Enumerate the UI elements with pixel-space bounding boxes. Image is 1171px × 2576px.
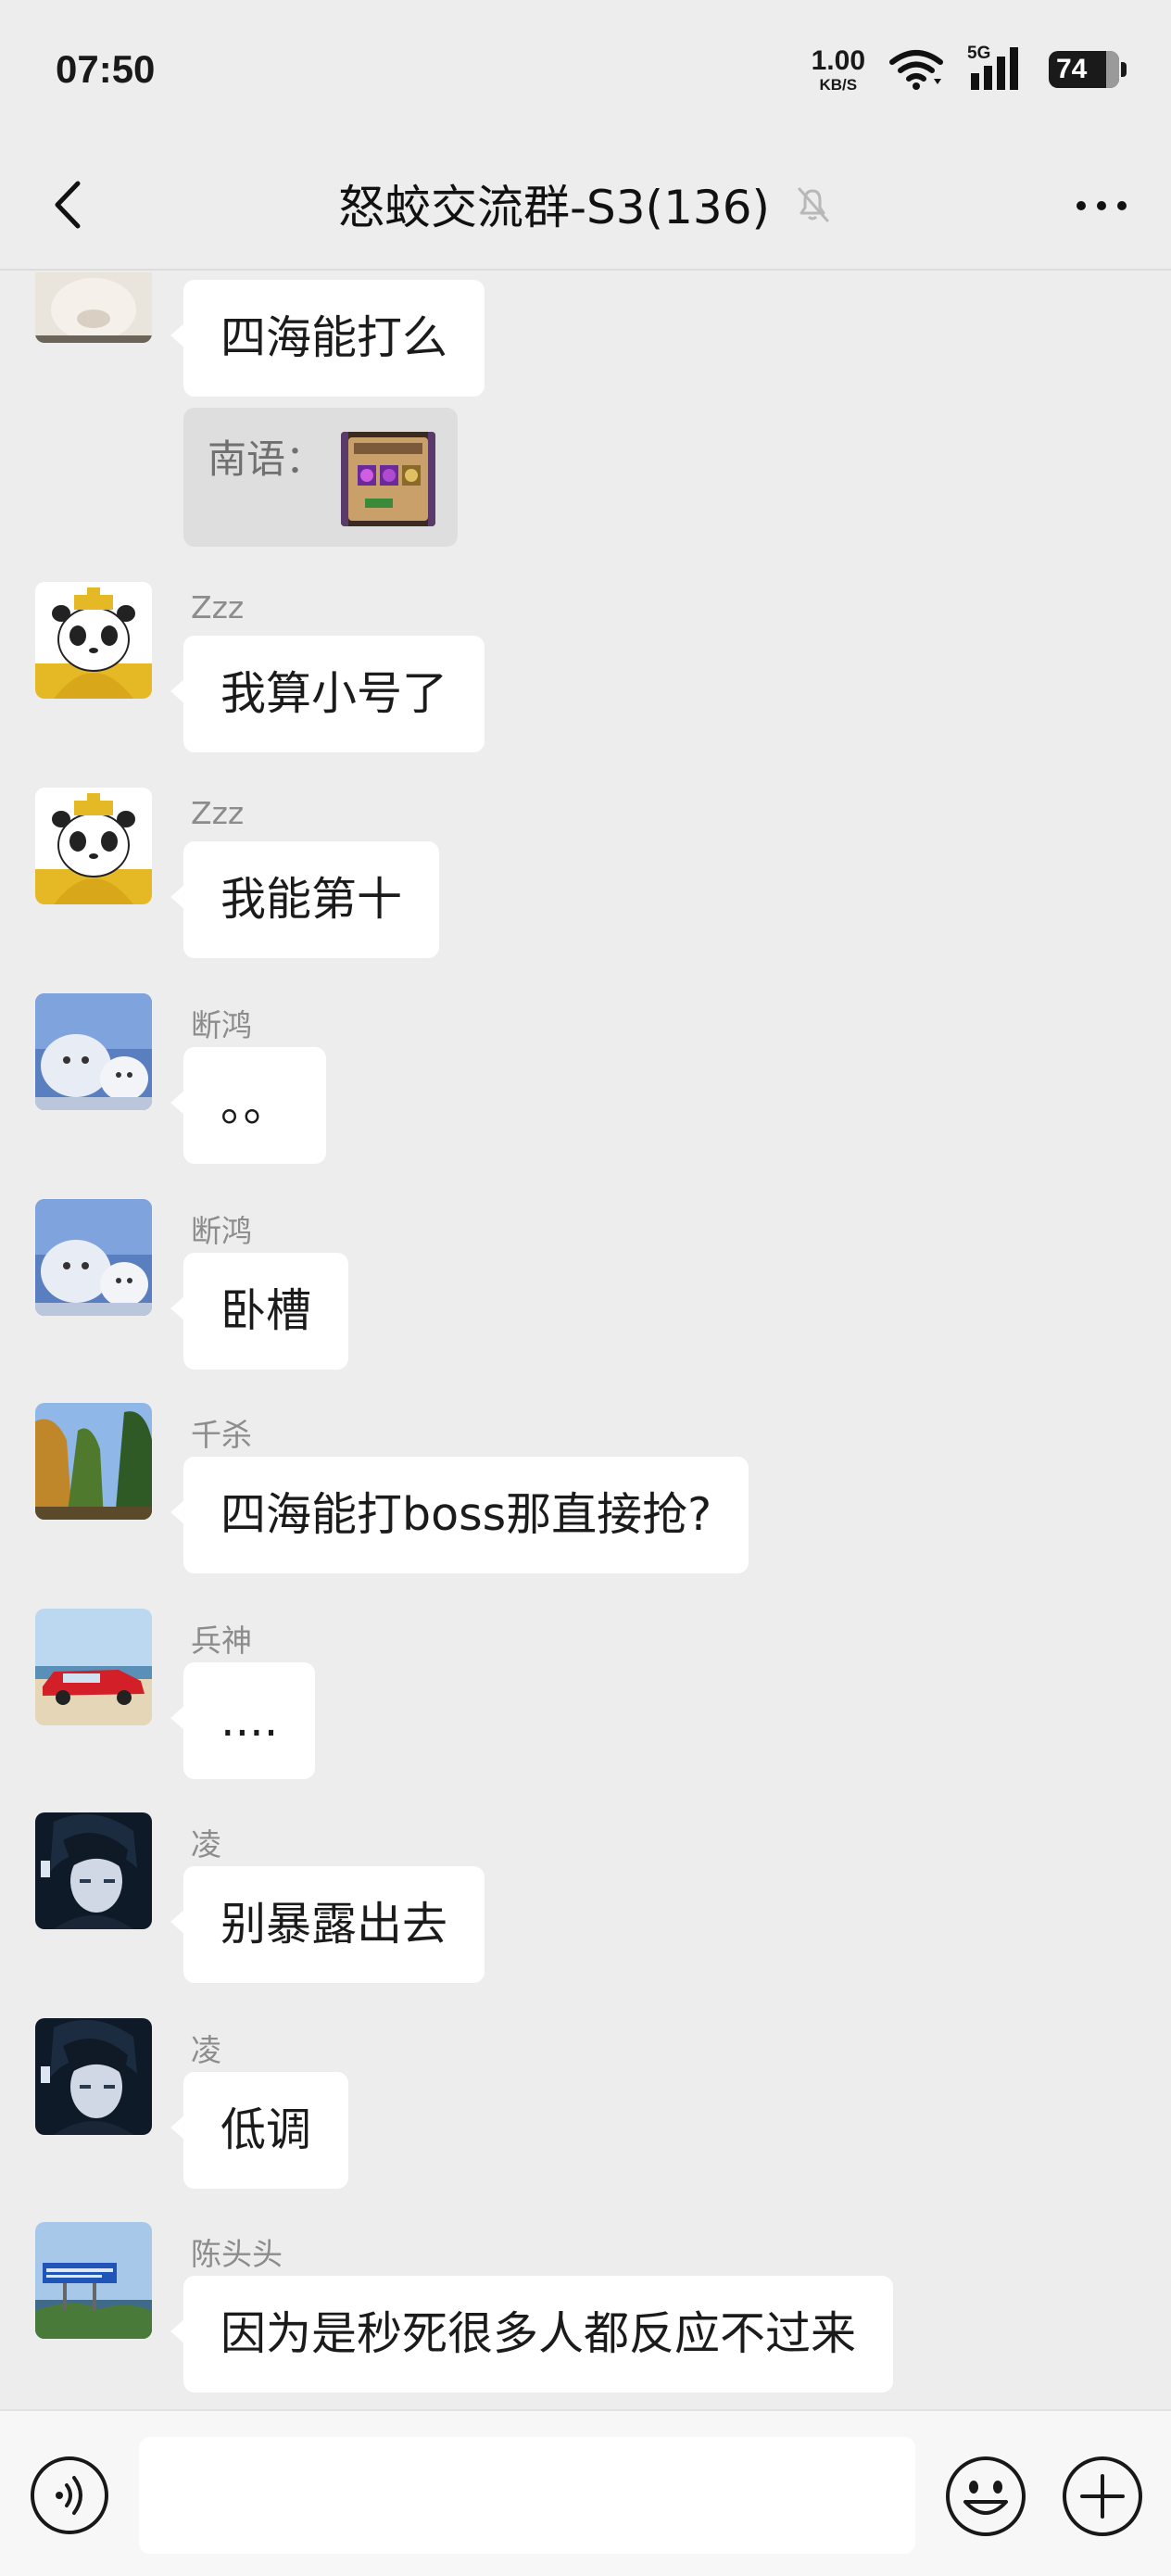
status-time: 07:50 [56, 47, 156, 91]
status-icons: 1.00 KB/S 5G 74 [811, 44, 1127, 94]
network-speed: 1.00 KB/S [811, 44, 865, 94]
emoji-icon[interactable] [943, 2454, 1028, 2539]
sender-avatar[interactable] [35, 1812, 152, 1929]
quoted-reply[interactable]: 南语： [183, 408, 458, 547]
chat-title[interactable]: 怒蛟交流群-S3(136) [338, 170, 770, 237]
more-options-icon[interactable] [1069, 180, 1134, 232]
sender-avatar[interactable] [35, 1403, 152, 1520]
network-speed-value: 1.00 [811, 44, 865, 76]
sender-avatar[interactable] [35, 1199, 152, 1316]
sender-avatar[interactable] [35, 582, 152, 699]
sender-avatar[interactable] [35, 2018, 152, 2135]
sender-name: 陈头头 [191, 2236, 283, 2272]
message-bubble[interactable]: 低调 [170, 2072, 349, 2189]
message-bubble[interactable]: 因为是秒死很多人都反应不过来 [170, 2276, 894, 2393]
quoted-image-thumbnail[interactable] [341, 432, 435, 526]
quote-sender-label: 南语： [208, 436, 325, 482]
message-bubble[interactable]: 四海能打boss那直接抢? [170, 1457, 749, 1573]
sender-avatar[interactable] [35, 788, 152, 904]
battery-indicator: 74 [1049, 51, 1127, 88]
message-bubble[interactable]: 四海能打么 [170, 280, 485, 397]
sender-name: 凌 [191, 2032, 221, 2068]
back-icon[interactable] [41, 174, 96, 235]
sender-avatar[interactable] [35, 2222, 152, 2339]
chat-header: 怒蛟交流群-S3(136) [0, 139, 1171, 271]
sender-avatar[interactable] [35, 1609, 152, 1725]
chat-title-group: 怒蛟交流群-S3(136) [338, 170, 833, 237]
message-input[interactable] [139, 2437, 915, 2554]
cellular-signal: 5G [967, 44, 1025, 92]
input-bar [0, 2409, 1171, 2576]
message-bubble[interactable]: 卧槽 [170, 1253, 349, 1370]
message-bubble[interactable]: .... [170, 1662, 316, 1779]
battery-level: 74 [1056, 54, 1088, 84]
sender-name: 兵神 [191, 1623, 252, 1659]
wifi-icon [889, 50, 943, 90]
sender-name: 千杀 [191, 1417, 252, 1453]
mute-bell-icon [798, 187, 829, 222]
sender-name: 断鸿 [191, 1007, 252, 1043]
message-bubble[interactable]: 。。 [170, 1047, 326, 1164]
sender-name: Zzz [191, 589, 245, 625]
message-bubble[interactable]: 我算小号了 [170, 636, 485, 752]
message-bubble[interactable]: 别暴露出去 [170, 1866, 485, 1983]
network-speed-unit: KB/S [819, 75, 858, 94]
plus-icon[interactable] [1060, 2454, 1145, 2539]
sender-name: 断鸿 [191, 1213, 252, 1249]
sender-name: 凌 [191, 1826, 221, 1863]
sender-name: Zzz [191, 795, 245, 831]
signal-bars-icon [971, 47, 1018, 90]
voice-icon[interactable] [28, 2454, 111, 2537]
message-bubble[interactable]: 我能第十 [170, 841, 440, 958]
status-bar: 07:50 1.00 KB/S 5G 74 [0, 0, 1171, 139]
sender-avatar[interactable] [35, 993, 152, 1110]
